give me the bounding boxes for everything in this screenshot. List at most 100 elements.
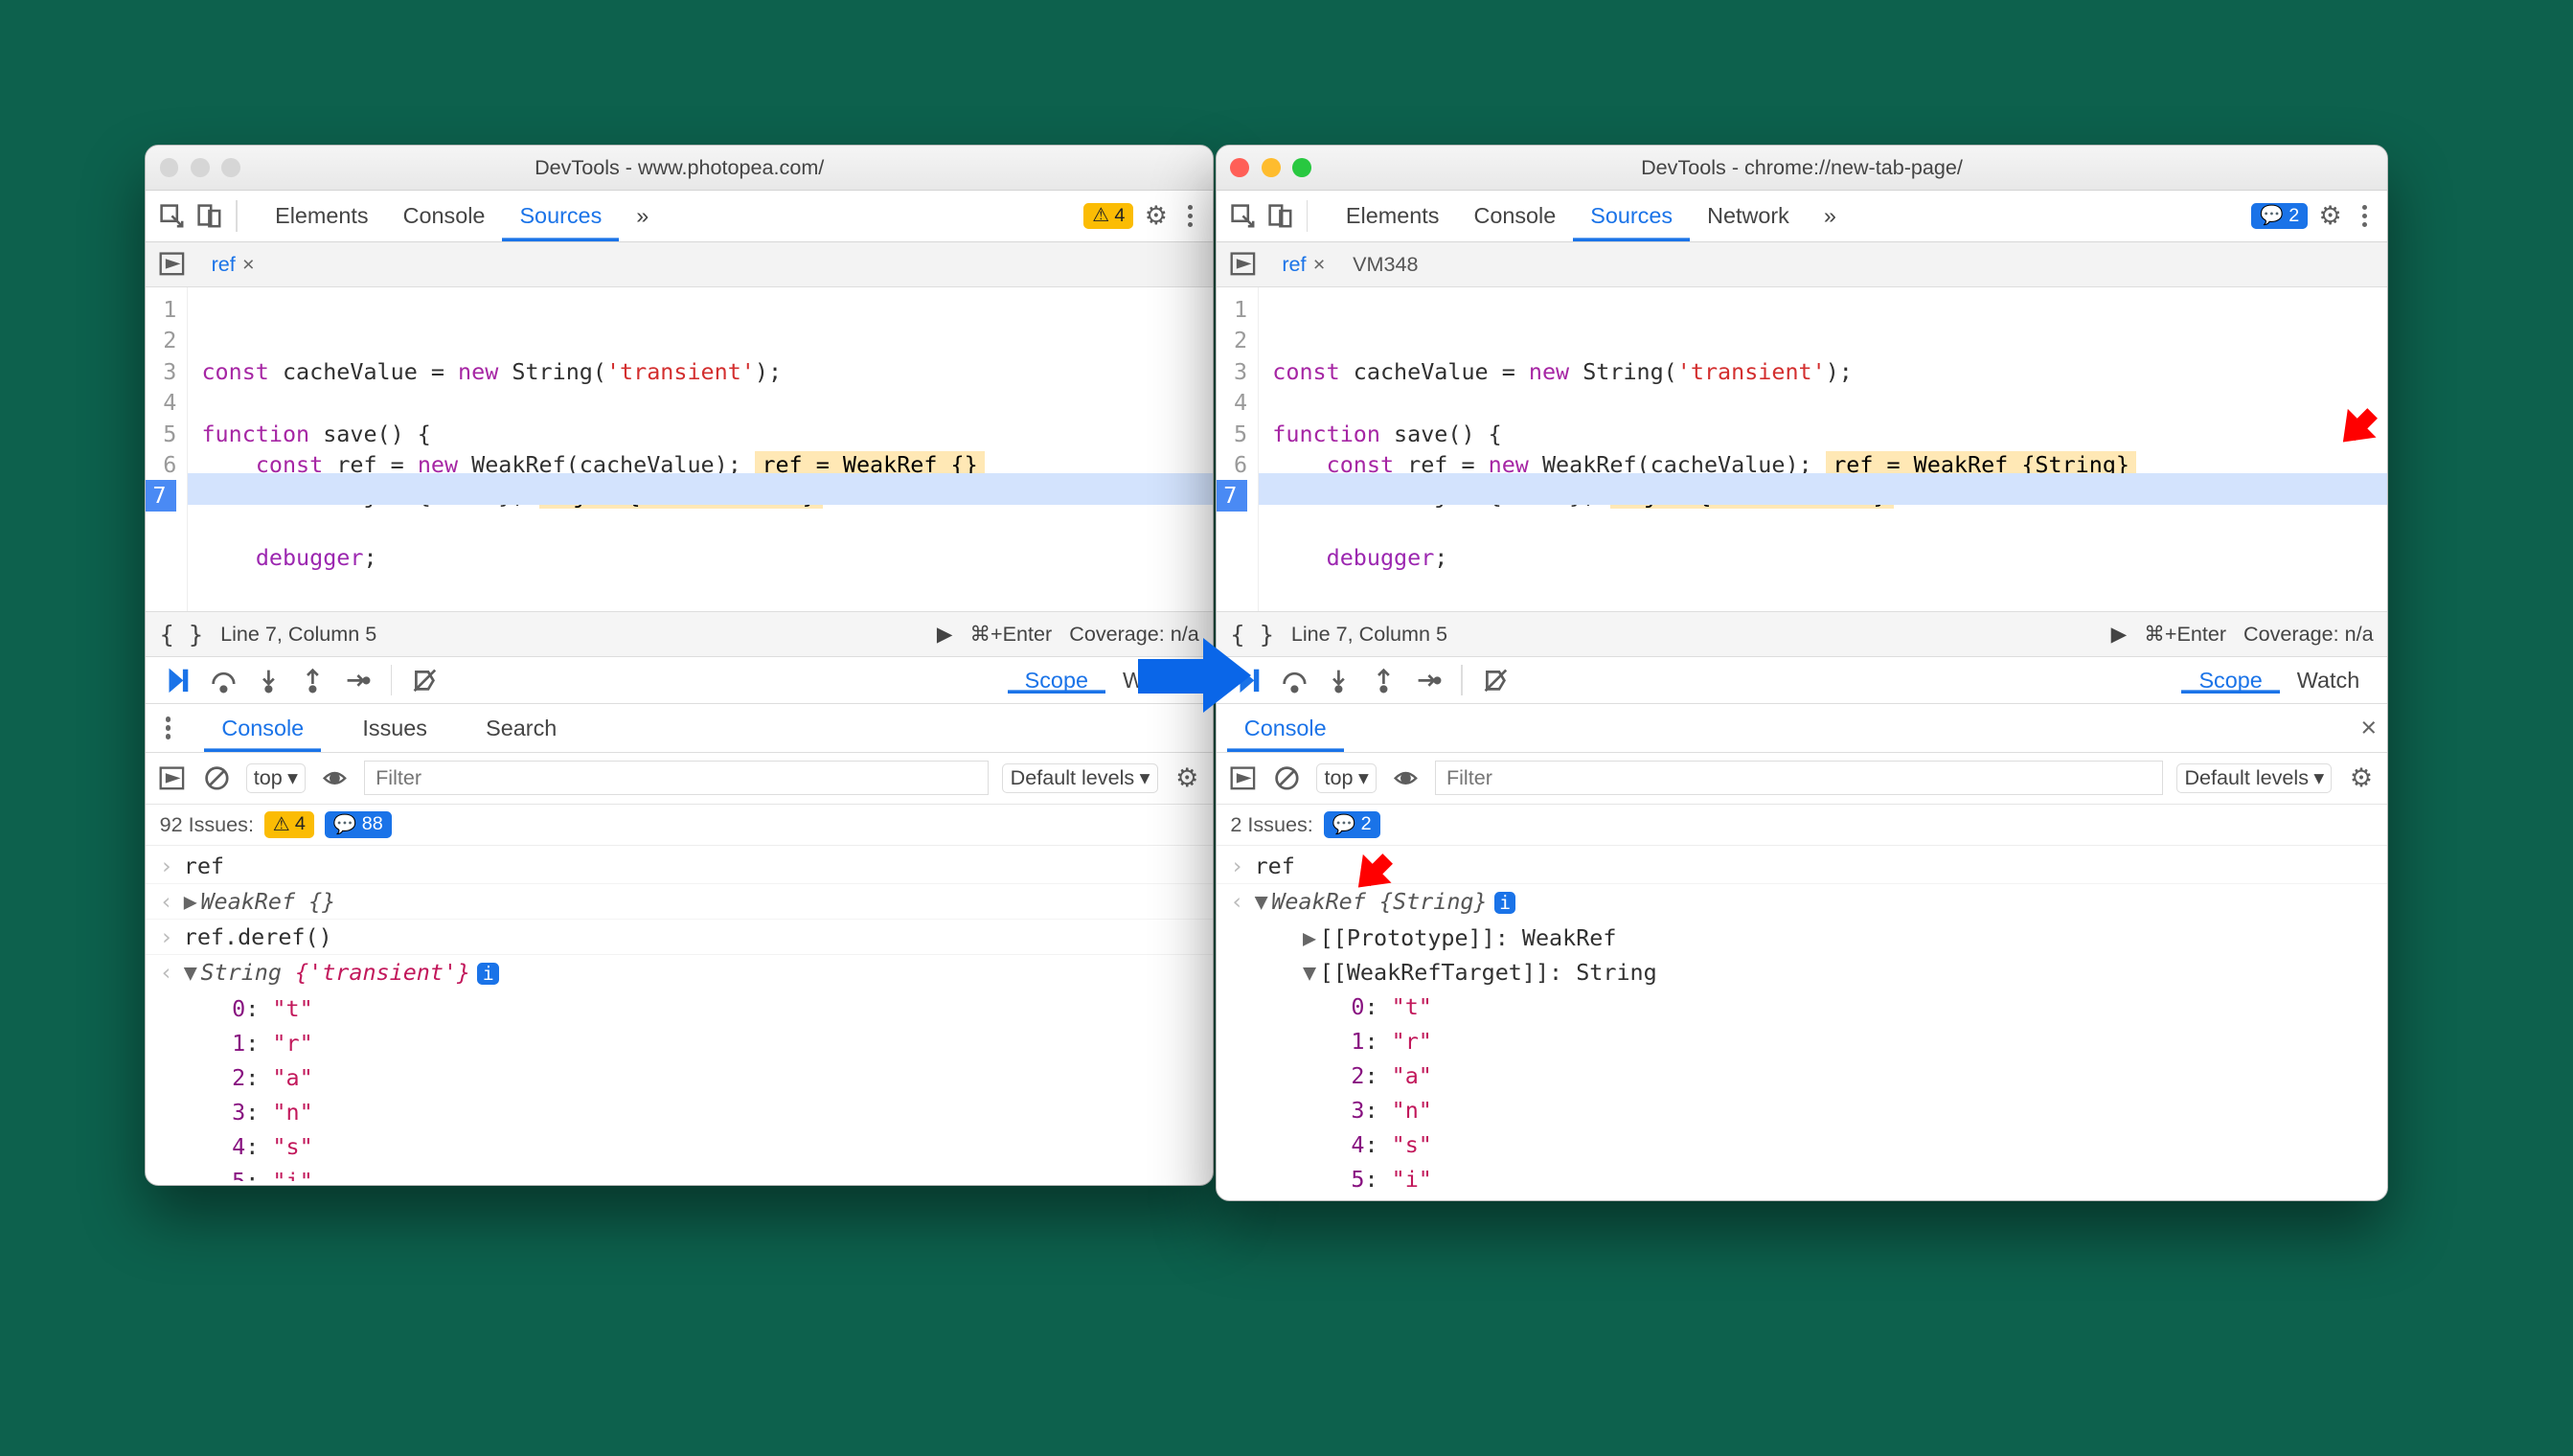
deactivate-breakpoints-icon[interactable]: [409, 665, 440, 695]
tab-scope[interactable]: Scope: [2181, 668, 2279, 694]
main-toolbar: Elements Console Sources Network » 💬 2 ⚙: [1217, 191, 2387, 242]
line-number: 5: [1234, 419, 1247, 449]
step-over-icon[interactable]: [208, 665, 239, 695]
play-icon[interactable]: ▶: [2111, 622, 2128, 647]
step-out-icon[interactable]: [1368, 665, 1399, 695]
filter-input[interactable]: [364, 761, 989, 795]
window-title: DevTools - chrome://new-tab-page/: [1217, 155, 2387, 180]
devtools-window-right: DevTools - chrome://new-tab-page/ Elemen…: [1216, 145, 2388, 1201]
deactivate-breakpoints-icon[interactable]: [1480, 665, 1511, 695]
line-number: 2: [163, 325, 176, 355]
tab-console[interactable]: Console: [386, 191, 503, 241]
traffic-min[interactable]: [1262, 158, 1281, 177]
step-icon[interactable]: [342, 665, 373, 695]
file-tab-bar: ref×: [146, 242, 1213, 287]
file-tab-ref[interactable]: ref×: [1279, 252, 1329, 277]
run-snippet-icon[interactable]: [156, 249, 187, 280]
traffic-min[interactable]: [191, 158, 210, 177]
close-drawer-icon[interactable]: ×: [2360, 713, 2377, 744]
console-settings-icon[interactable]: ⚙: [1172, 762, 1202, 793]
live-expression-icon[interactable]: [1390, 762, 1421, 793]
run-snippet-icon[interactable]: [1227, 249, 1258, 280]
clear-console-icon[interactable]: [1272, 762, 1303, 793]
file-tab-ref[interactable]: ref×: [208, 252, 258, 277]
console-run-icon[interactable]: [156, 762, 187, 793]
console-settings-icon[interactable]: ⚙: [2346, 762, 2377, 793]
tab-watch[interactable]: Watch: [2280, 668, 2377, 694]
device-icon[interactable]: [194, 200, 225, 231]
tab-console[interactable]: Console: [1456, 191, 1573, 241]
current-line-gutter: 7: [145, 480, 176, 511]
main-toolbar: Elements Console Sources » ⚠4 ⚙: [146, 191, 1213, 242]
line-number: 6: [163, 449, 176, 480]
device-icon[interactable]: [1264, 200, 1295, 231]
tab-elements[interactable]: Elements: [1329, 191, 1457, 241]
console-run-icon[interactable]: [1227, 762, 1258, 793]
info-icon[interactable]: i: [1494, 892, 1516, 914]
step-into-icon[interactable]: [1324, 665, 1355, 695]
tab-network[interactable]: Network: [1690, 191, 1807, 241]
info-icon[interactable]: i: [477, 963, 499, 985]
tab-elements[interactable]: Elements: [258, 191, 386, 241]
step-out-icon[interactable]: [297, 665, 328, 695]
tab-sources[interactable]: Sources: [502, 191, 619, 241]
line-number: 1: [1234, 294, 1247, 325]
pretty-print-icon[interactable]: { }: [160, 621, 204, 648]
close-icon[interactable]: ×: [242, 252, 255, 277]
step-into-icon[interactable]: [253, 665, 284, 695]
traffic-close[interactable]: [1230, 158, 1249, 177]
console-output[interactable]: ›ref ‹▶WeakRef {} ›ref.deref() ‹▼String …: [146, 846, 1213, 1185]
tabs-overflow[interactable]: »: [619, 191, 666, 241]
tab-scope[interactable]: Scope: [1008, 668, 1105, 694]
line-number: 5: [163, 419, 176, 449]
gear-icon[interactable]: ⚙: [1141, 200, 1172, 231]
cursor-position: Line 7, Column 5: [220, 622, 376, 647]
clear-console-icon[interactable]: [201, 762, 232, 793]
line-number: 3: [1234, 356, 1247, 387]
info-badge[interactable]: 💬 2: [2251, 203, 2308, 230]
tab-sources[interactable]: Sources: [1573, 191, 1690, 241]
live-expression-icon[interactable]: [320, 762, 351, 793]
debugger-toolbar: Scope Watch: [146, 656, 1213, 704]
step-icon[interactable]: [1413, 665, 1444, 695]
log-levels-select[interactable]: Default levels ▾: [1002, 763, 1157, 794]
context-select[interactable]: top ▾: [246, 763, 307, 794]
step-over-icon[interactable]: [1279, 665, 1309, 695]
editor-statusbar: { } Line 7, Column 5 ▶ ⌘+Enter Coverage:…: [146, 611, 1213, 656]
filter-input[interactable]: [1435, 761, 2163, 795]
log-levels-select[interactable]: Default levels ▾: [2176, 763, 2332, 794]
resume-icon[interactable]: [163, 665, 194, 695]
editor-statusbar: { } Line 7, Column 5 ▶ ⌘+Enter Coverage:…: [1217, 611, 2387, 656]
file-tab-bar: ref× VM348: [1217, 242, 2387, 287]
close-icon[interactable]: ×: [1313, 252, 1326, 277]
drawer-tab-console[interactable]: Console: [204, 704, 321, 752]
context-select[interactable]: top ▾: [1316, 763, 1377, 794]
gear-icon[interactable]: ⚙: [2314, 200, 2345, 231]
tabs-overflow[interactable]: »: [1807, 191, 1854, 241]
cursor-position: Line 7, Column 5: [1291, 622, 1447, 647]
code-editor[interactable]: 1 2 3 4 5 6 7 7 const cacheValue = new S…: [146, 287, 1213, 611]
code-editor[interactable]: 1 2 3 4 5 6 7 7 const cacheValue = new S…: [1217, 287, 2387, 611]
titlebar[interactable]: DevTools - chrome://new-tab-page/: [1217, 146, 2387, 191]
drawer-tab-issues[interactable]: Issues: [345, 704, 444, 752]
titlebar[interactable]: DevTools - www.photopea.com/: [146, 146, 1213, 191]
warnings-badge[interactable]: ⚠4: [1083, 203, 1133, 230]
more-icon[interactable]: [1178, 205, 1202, 227]
inspect-icon[interactable]: [156, 200, 187, 231]
line-number: 4: [1234, 387, 1247, 418]
traffic-close[interactable]: [160, 158, 179, 177]
issues-summary[interactable]: 92 Issues: ⚠ 4 💬 88: [146, 805, 1213, 846]
file-tab-vm[interactable]: VM348: [1350, 252, 1423, 277]
issues-summary[interactable]: 2 Issues: 💬 2: [1217, 805, 2387, 846]
traffic-max[interactable]: [1292, 158, 1311, 177]
more-icon[interactable]: [2353, 205, 2377, 227]
inspect-icon[interactable]: [1227, 200, 1258, 231]
console-output[interactable]: ›ref ‹▼WeakRef {String}i ▶[[Prototype]]:…: [1217, 846, 2387, 1200]
window-title: DevTools - www.photopea.com/: [146, 155, 1213, 180]
line-number: 2: [1234, 325, 1247, 355]
drawer-more-icon[interactable]: [156, 717, 180, 739]
play-icon[interactable]: ▶: [937, 622, 953, 647]
traffic-max[interactable]: [221, 158, 240, 177]
line-number: 3: [163, 356, 176, 387]
drawer-tab-search[interactable]: Search: [468, 704, 574, 752]
